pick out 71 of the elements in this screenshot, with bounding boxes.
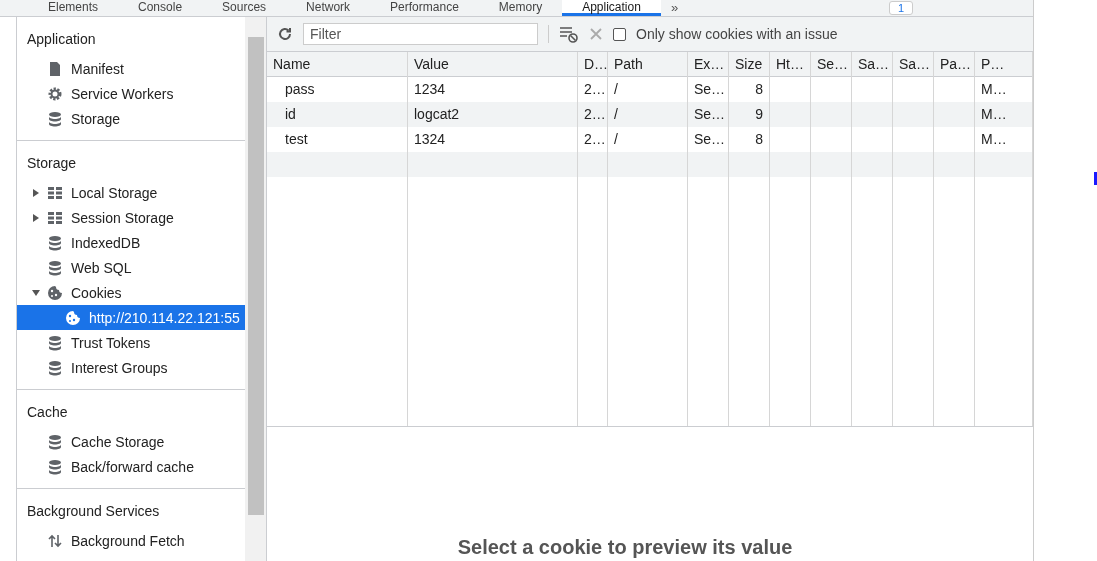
- column-header[interactable]: Se…: [811, 52, 852, 77]
- column-header[interactable]: Sa…: [852, 52, 893, 77]
- cookie-icon: [65, 309, 81, 326]
- table-cell: 2…: [578, 102, 608, 127]
- up-down-arrows-icon: [47, 532, 63, 549]
- database-icon: [47, 234, 63, 251]
- issues-badge[interactable]: 1: [888, 1, 913, 15]
- checkbox[interactable]: [613, 27, 626, 41]
- column-header[interactable]: Value: [408, 52, 578, 77]
- filter-field[interactable]: Filter: [303, 23, 538, 45]
- devtools-tab[interactable]: Console: [118, 0, 203, 16]
- column-header[interactable]: Ex…: [688, 52, 729, 77]
- collapsed-arrow-icon[interactable]: [31, 212, 41, 223]
- column-header[interactable]: Size: [729, 52, 770, 77]
- column-header[interactable]: Path: [608, 52, 688, 77]
- column-header[interactable]: P…: [975, 52, 1033, 77]
- section-title: Cache: [26, 403, 69, 422]
- settings-icon: [47, 85, 63, 102]
- checkbox-label: Only show cookies with an issue: [636, 26, 838, 42]
- table-cell: id: [267, 102, 408, 127]
- sidebar-item[interactable]: Session Storage: [17, 205, 245, 230]
- sidebar-item[interactable]: Local Storage: [17, 180, 245, 205]
- collapsed-arrow-icon[interactable]: [31, 187, 41, 198]
- column-header[interactable]: Sa…: [893, 52, 934, 77]
- devtools-tab[interactable]: Network: [286, 0, 371, 16]
- table-cell: Se…: [688, 102, 729, 127]
- section-title: Application: [26, 30, 97, 49]
- database-icon: [47, 334, 63, 351]
- column-header[interactable]: Name: [267, 52, 408, 77]
- sidebar-item[interactable]: http://210.114.22.121:55: [17, 305, 245, 330]
- column-header[interactable]: Pa…: [934, 52, 975, 77]
- sidebar-item[interactable]: IndexedDB: [17, 230, 245, 255]
- sidebar-item[interactable]: Back/forward cache: [17, 454, 245, 479]
- sidebar-item[interactable]: Storage: [17, 106, 245, 131]
- devtools-tab[interactable]: Sources: [202, 0, 287, 16]
- table-cell: /: [608, 102, 688, 127]
- table-cell: M…: [975, 102, 1033, 127]
- devtools-tab[interactable]: Memory: [478, 0, 563, 16]
- text-caret: [1094, 172, 1097, 185]
- database-icon: [47, 259, 63, 276]
- refresh-icon[interactable]: [277, 26, 293, 42]
- section-title: Background Services: [26, 502, 161, 521]
- sidebar-item[interactable]: Background Fetch: [17, 528, 245, 553]
- sidebar-item[interactable]: Manifest: [17, 56, 245, 81]
- sidebar-item[interactable]: Web SQL: [17, 255, 245, 280]
- table-cell: 9: [729, 102, 770, 127]
- database-icon: [47, 359, 63, 376]
- expanded-arrow-icon[interactable]: [31, 287, 41, 298]
- clear-filtered-icon[interactable]: [559, 25, 579, 43]
- scrollbar[interactable]: [245, 17, 267, 561]
- cookie-icon: [47, 284, 63, 301]
- column-header[interactable]: Ht…: [770, 52, 811, 77]
- file-icon: [47, 60, 63, 77]
- sidebar-item[interactable]: Cache Storage: [17, 429, 245, 454]
- sidebar-item[interactable]: Trust Tokens: [17, 330, 245, 355]
- table-cell: logcat2: [408, 102, 578, 127]
- preview-message: Select a cookie to preview its value: [457, 536, 793, 559]
- devtools-tab[interactable]: Application: [562, 0, 661, 16]
- table-icon: [47, 184, 63, 201]
- database-icon: [47, 110, 63, 127]
- sidebar-item[interactable]: Interest Groups: [17, 355, 245, 380]
- devtools-tab[interactable]: Elements: [28, 0, 119, 16]
- devtools-tab[interactable]: Performance: [370, 0, 479, 16]
- table-icon: [47, 209, 63, 226]
- database-icon: [47, 433, 63, 450]
- sidebar-item[interactable]: Service Workers: [17, 81, 245, 106]
- more-tabs-button[interactable]: »: [660, 1, 689, 15]
- sidebar-item[interactable]: Cookies: [17, 280, 245, 305]
- database-icon: [47, 458, 63, 475]
- column-header[interactable]: D…: [578, 52, 608, 77]
- section-title: Storage: [26, 154, 78, 173]
